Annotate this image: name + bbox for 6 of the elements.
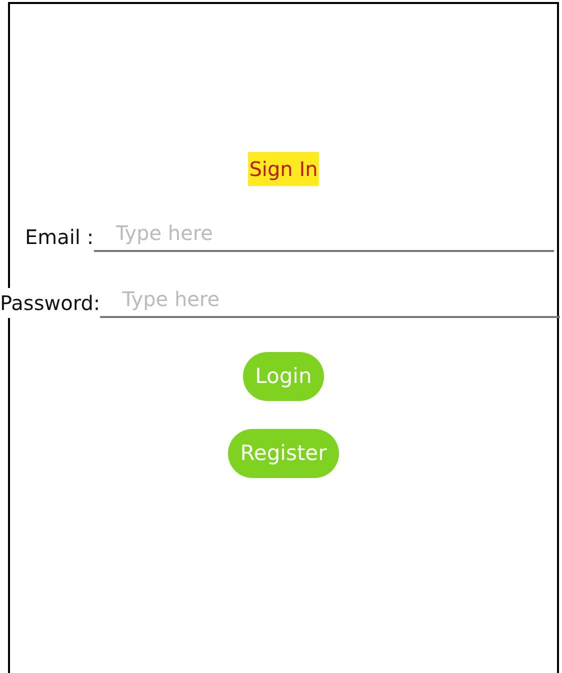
action-button[interactable]: Register bbox=[228, 429, 339, 478]
field-label: Password: bbox=[0, 288, 100, 318]
input-field[interactable]: Type here bbox=[94, 218, 554, 252]
sign-in-heading: Sign In bbox=[248, 152, 319, 186]
input-field[interactable]: Type here bbox=[100, 284, 560, 318]
action-button[interactable]: Login bbox=[243, 352, 324, 402]
